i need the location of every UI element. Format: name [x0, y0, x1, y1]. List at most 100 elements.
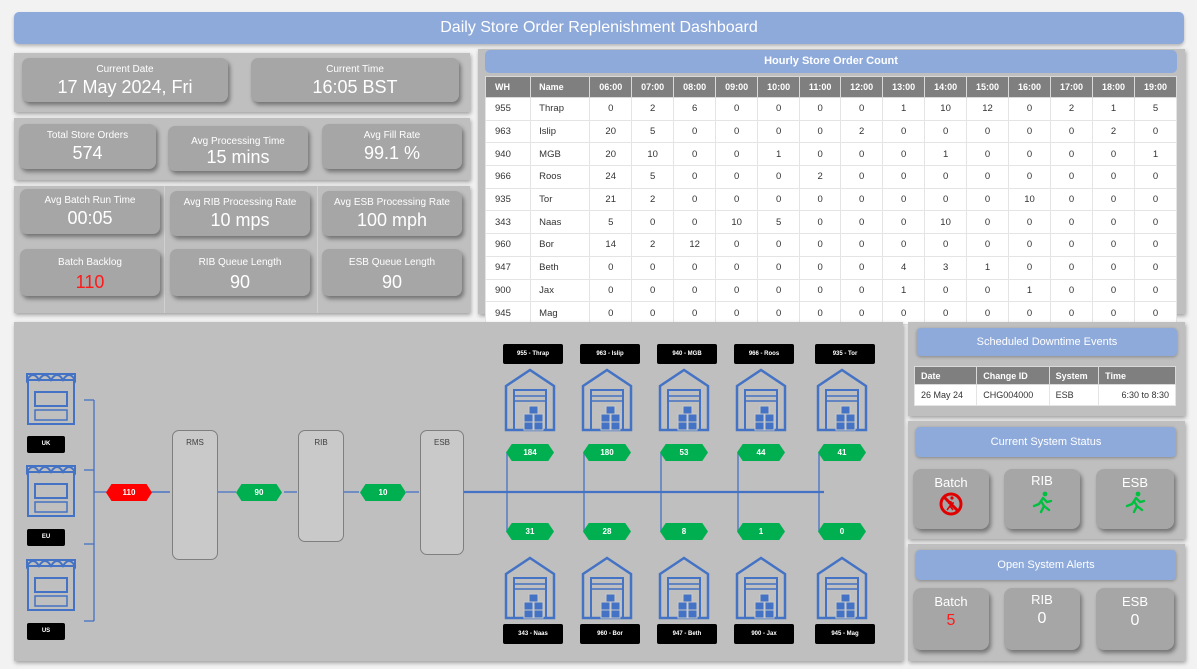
table-cell: 0	[799, 278, 842, 303]
avg-batch-run-card: Avg Batch Run Time 00:05	[20, 189, 160, 234]
alert-esb[interactable]: ESB 0	[1096, 588, 1174, 650]
table-cell: 12	[966, 97, 1010, 121]
total-orders-card: Total Store Orders 574	[19, 124, 156, 169]
dashboard-title: Daily Store Order Replenishment Dashboar…	[14, 12, 1184, 44]
esb-queue-value: 90	[381, 272, 403, 292]
table-cell: 0	[589, 301, 633, 325]
table-cell: 0	[1050, 278, 1093, 303]
table-cell: 935	[484, 187, 532, 212]
status-esb[interactable]: ESB	[1096, 469, 1174, 529]
table-cell: 963	[484, 119, 532, 144]
table-cell: 343	[484, 210, 532, 235]
status-batch-label: Batch	[934, 475, 968, 490]
running-person-icon	[1125, 491, 1146, 514]
bottom-store-count-badge: 31	[506, 523, 554, 540]
table-cell: 0	[757, 301, 801, 325]
table-cell: 0	[1091, 142, 1135, 167]
table-cell: 5	[589, 210, 633, 235]
table-cell: 0	[966, 278, 1010, 303]
hourly-table-title: Hourly Store Order Count	[485, 50, 1177, 73]
hourly-col-header: 10:00	[757, 76, 801, 98]
avg-esb-rate-card: Avg ESB Processing Rate 100 mph	[322, 191, 462, 236]
table-cell: 0	[715, 97, 759, 121]
table-cell: 0	[799, 187, 842, 212]
table-cell: 0	[1008, 97, 1052, 121]
table-cell: MGB	[530, 142, 591, 167]
table-cell: 0	[924, 119, 968, 144]
status-rib[interactable]: RIB	[1004, 469, 1080, 529]
table-cell: ESB	[1048, 384, 1100, 406]
table-cell: 5	[631, 165, 675, 189]
table-cell: 0	[799, 301, 842, 325]
downtime-title: Scheduled Downtime Events	[917, 328, 1177, 356]
hourly-col-header: 19:00	[1133, 76, 1178, 98]
top-store-label: 940 - MGB	[657, 344, 717, 364]
rib-system-box: RIB	[298, 430, 344, 542]
table-cell: 0	[924, 233, 968, 257]
orders-panel: Total Store Orders 574 Avg Processing Ti…	[14, 118, 470, 180]
avg-rib-rate-card: Avg RIB Processing Rate 10 mps	[170, 191, 310, 236]
top-store-label: 963 - Islip	[580, 344, 640, 364]
table-cell: 0	[799, 119, 842, 144]
table-cell: 0	[1133, 233, 1178, 257]
avg-processing-time-card: Avg Processing Time 15 mins	[168, 126, 308, 171]
table-row: 940 MGB 20 10 0 0 1 0 0 0 1 0 0 0 0 1	[484, 142, 1178, 167]
table-cell: 2	[631, 233, 675, 257]
table-cell: 0	[1050, 119, 1093, 144]
hourly-col-header: 07:00	[631, 76, 675, 98]
system-status-panel: Current System Status Batch RIB ESB	[908, 421, 1185, 539]
table-cell: 0	[840, 165, 884, 189]
table-cell: 1	[1091, 97, 1135, 121]
esb-system-box: ESB	[420, 430, 464, 555]
table-cell: 1	[1133, 142, 1178, 167]
table-cell: 2	[840, 119, 884, 144]
table-cell: 6:30 to 8:30	[1098, 384, 1176, 406]
hourly-col-header: 15:00	[966, 76, 1010, 98]
table-cell: 10	[924, 210, 968, 235]
status-rib-label: RIB	[1031, 473, 1053, 488]
alert-rib-label: RIB	[1031, 592, 1053, 607]
total-orders-value: 574	[72, 143, 103, 163]
hourly-col-header: WH	[484, 76, 532, 98]
table-cell: 0	[924, 301, 968, 325]
table-cell: 0	[589, 278, 633, 303]
table-cell: 0	[799, 233, 842, 257]
table-cell: 1	[966, 255, 1010, 280]
top-store-label: 935 - Tor	[815, 344, 875, 364]
table-cell: 2	[799, 165, 842, 189]
table-cell: Roos	[530, 165, 591, 189]
table-cell: 0	[1133, 301, 1178, 325]
table-cell: 0	[715, 301, 759, 325]
table-cell: 0	[966, 142, 1010, 167]
system-alerts-panel: Open System Alerts Batch 5 RIB 0 ESB 0	[908, 544, 1185, 661]
current-time-card: Current Time 16:05 BST	[251, 58, 459, 102]
region-label-eu: EU	[27, 529, 65, 546]
hourly-order-table: WH Name 06:00 07:00 08:00 09:00 10:00 11:00 12:0…	[484, 76, 1178, 325]
alert-batch-label: Batch	[934, 594, 968, 609]
current-date-label: Current Date	[96, 64, 154, 75]
downtime-table: Date Change ID System Time 26 May 24 CHG0040…	[913, 366, 1176, 406]
avg-batch-run-value: 00:05	[67, 208, 113, 228]
downtime-col-header: System	[1048, 366, 1100, 385]
table-cell: 10	[924, 97, 968, 121]
bottom-store-count-badge: 8	[660, 523, 708, 540]
table-cell: 0	[882, 210, 926, 235]
table-cell: 0	[631, 301, 675, 325]
alert-rib[interactable]: RIB 0	[1004, 588, 1080, 650]
table-cell: 0	[1050, 255, 1093, 280]
table-cell: 14	[589, 233, 633, 257]
table-cell: 0	[924, 187, 968, 212]
rib-queue-label: RIB Queue Length	[198, 257, 282, 268]
avg-processing-time-label: Avg Processing Time	[191, 136, 285, 147]
table-cell: 0	[966, 187, 1010, 212]
table-cell: Islip	[530, 119, 591, 144]
table-cell: 0	[924, 165, 968, 189]
table-cell: 5	[757, 210, 801, 235]
hourly-col-header: 16:00	[1008, 76, 1052, 98]
status-batch[interactable]: Batch	[913, 469, 989, 529]
table-row: 900 Jax 0 0 0 0 0 0 0 1 0 0 1 0 0 0	[484, 278, 1178, 303]
hourly-col-header: Name	[530, 76, 591, 98]
table-cell: 0	[966, 210, 1010, 235]
table-cell: 0	[757, 97, 801, 121]
alert-batch[interactable]: Batch 5	[913, 588, 989, 650]
